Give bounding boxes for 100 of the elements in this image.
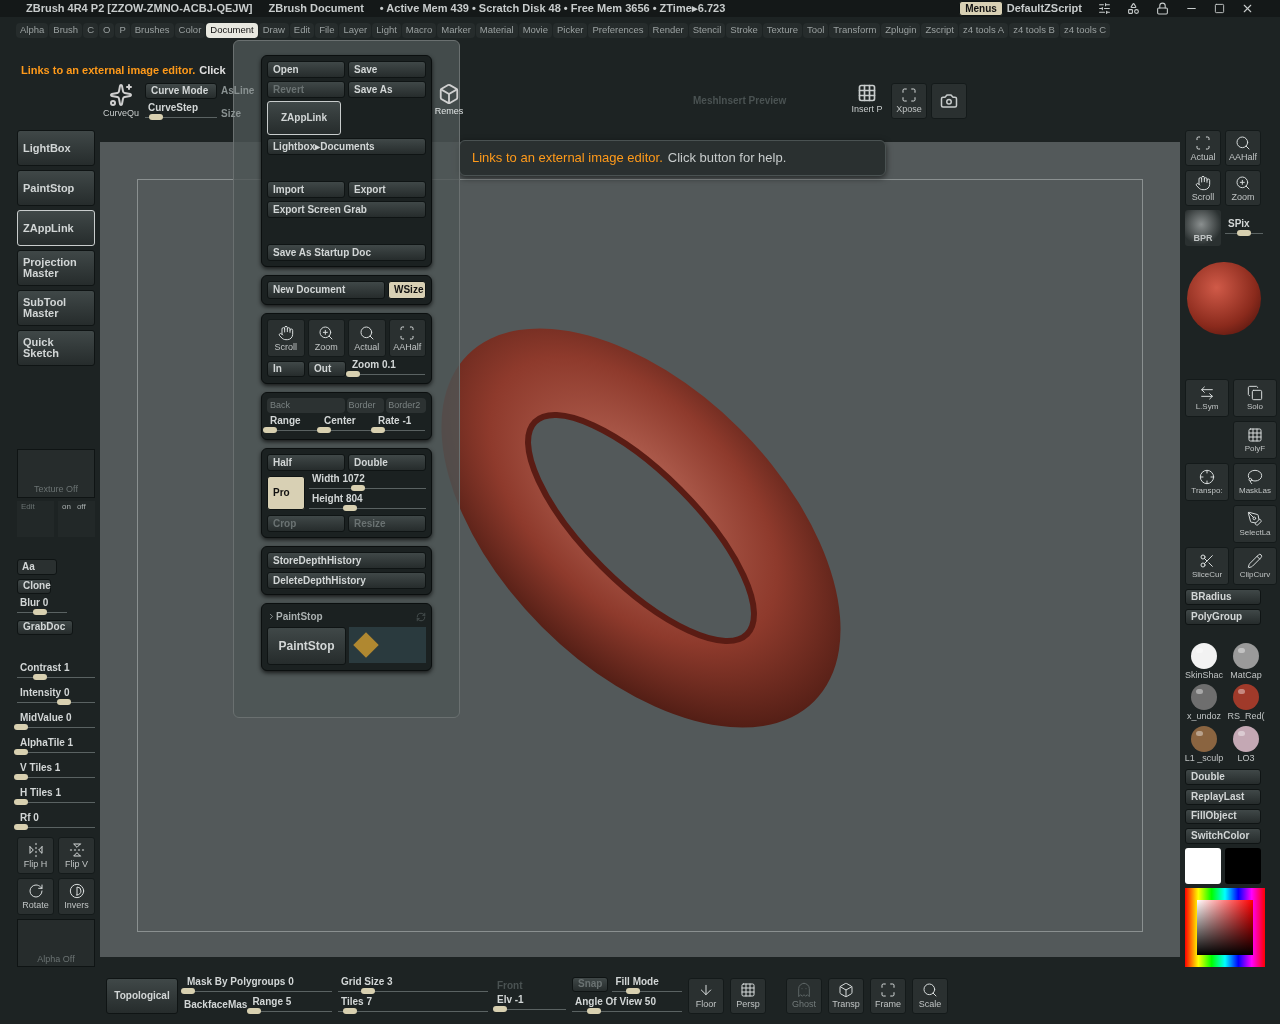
fill-mode-slider[interactable]: Fill Mode [612,976,682,995]
menus-button[interactable]: Menus [959,1,1003,16]
menu-item[interactable]: O [99,23,115,38]
slider-thumb[interactable] [33,673,48,680]
clone-button[interactable]: Clone [17,578,51,594]
slider-thumb[interactable] [13,748,28,755]
view-tool-button[interactable]: Scroll [267,319,305,357]
menu-item[interactable]: Transform [829,23,881,38]
close-icon[interactable] [1241,2,1254,15]
material-button[interactable]: x_undoz [1185,684,1223,724]
half-button[interactable]: Half [267,454,345,471]
lock-icon[interactable] [1156,2,1169,15]
zoom-in-button[interactable]: In [267,361,305,377]
menu-item[interactable]: z4 tools C [1059,23,1111,38]
shelf-tool-button[interactable]: Persp [730,977,766,1014]
shelf-tool-button[interactable]: Transp [828,977,864,1014]
rate-slider[interactable]: Rate -1 [375,416,425,434]
material-button[interactable]: MatCap [1227,642,1265,682]
slider-thumb[interactable] [32,608,47,615]
tool-button[interactable]: SelectLa [1233,504,1277,543]
slider-thumb[interactable] [626,987,641,994]
backface-mask-button[interactable]: BackfaceMas [184,996,248,1015]
pro-button[interactable]: Pro [267,476,305,510]
slider-thumb[interactable] [316,427,331,433]
menu-item[interactable]: Brushes [130,23,174,38]
menu-item[interactable]: File [315,23,339,38]
view-tool-button[interactable]: AAHalf [1225,130,1261,166]
tray-button[interactable]: PolyGroup [1185,608,1261,625]
wsize-button[interactable]: WSize [388,281,426,299]
view-tool-button[interactable]: Zoom [307,319,345,357]
curve-mode-button[interactable]: Curve Mode [145,82,217,99]
slider-thumb[interactable] [13,823,28,830]
tiles-slider[interactable]: Tiles 7 [338,996,488,1015]
tray-button[interactable]: FillObject [1185,808,1261,825]
store-depth-history-button[interactable]: StoreDepthHistory [267,552,426,569]
sliders-icon[interactable] [1098,2,1111,15]
save-as-startup-doc-button[interactable]: Save As Startup Doc [267,244,426,261]
slider-thumb[interactable] [345,371,360,377]
menu-item[interactable]: Zscript [921,23,958,38]
alpha-tool-button[interactable]: Flip V [58,836,95,874]
delete-depth-history-button[interactable]: DeleteDepthHistory [267,572,426,589]
grid-icon[interactable] [857,82,877,103]
alpha-tool-button[interactable]: Rotate [17,877,54,915]
blur-slider[interactable]: Blur 0 [17,597,67,616]
slider-thumb[interactable] [56,698,71,705]
left-tray-button[interactable]: PaintStop [17,170,95,206]
curve-brush-icon[interactable] [109,82,133,107]
slider-thumb[interactable] [370,427,385,433]
open-button[interactable]: Open [267,61,345,78]
slider-thumb[interactable] [351,485,366,491]
tray-button[interactable]: BRadius [1185,588,1261,605]
new-document-button[interactable]: New Document [267,281,385,299]
menu-item[interactable]: Preferences [588,23,648,38]
paintstop-subpalette-header[interactable]: PaintStop [267,609,323,624]
camera-button[interactable] [931,82,967,119]
range-slider[interactable]: Range 5 [249,996,332,1015]
shelf-tool-button[interactable]: Floor [688,977,724,1014]
slider-thumb[interactable] [148,113,163,120]
menu-item[interactable]: Zplugin [881,23,921,38]
cube-icon[interactable] [438,82,460,105]
slider-thumb[interactable] [246,1007,261,1014]
alpha-slider[interactable]: Rf 0 [17,812,95,831]
shelf-tool-button[interactable]: Frame [870,977,906,1014]
grabdoc-button[interactable]: GrabDoc [17,619,73,635]
tool-button[interactable]: PolyF [1233,420,1277,459]
menu-item[interactable]: Brush [49,23,83,38]
height-slider[interactable]: Height 804 [309,494,426,512]
slider-thumb[interactable] [13,798,28,805]
material-button[interactable]: RS_Red( [1227,684,1265,724]
tool-button[interactable]: L.Sym [1185,378,1229,417]
slider-thumb[interactable] [1237,230,1251,236]
menu-item[interactable]: C [83,23,98,38]
alpha-slider[interactable]: V Tiles 1 [17,762,95,781]
shelf-tool-button[interactable]: Scale [912,977,948,1014]
grid-size-slider[interactable]: Grid Size 3 [338,976,488,995]
zoom-out-button[interactable]: Out [308,361,346,377]
alpha-slider[interactable]: Intensity 0 [17,687,95,706]
left-tray-button[interactable]: Quick Sketch [17,330,95,366]
tool-button[interactable]: Transpo: [1185,462,1229,501]
left-tray-button[interactable]: LightBox [17,130,95,166]
menu-item[interactable]: Edit [289,23,315,38]
menu-item[interactable]: z4 tools B [1009,23,1059,38]
menu-item[interactable]: P [115,23,130,38]
curve-step-slider[interactable]: CurveStep [145,102,217,121]
range-slider[interactable]: Range [267,416,317,434]
secondary-color-swatch[interactable] [1225,848,1261,885]
menu-item[interactable]: Texture [762,23,802,38]
left-tray-button[interactable]: ZAppLink [17,210,95,246]
double-button[interactable]: Double [348,454,426,471]
view-tool-button[interactable]: Actual [348,319,386,357]
restore-icon[interactable] [1214,3,1225,14]
menu-item[interactable]: Layer [339,23,372,38]
tray-button[interactable]: SwitchColor [1185,828,1261,845]
menu-item[interactable]: Material [475,23,518,38]
menu-item[interactable]: Document [206,23,258,38]
view-tool-button[interactable]: Zoom [1225,170,1261,206]
font-field[interactable]: Aa [17,558,57,575]
menu-item[interactable]: Stroke [726,23,762,38]
slider-thumb[interactable] [181,987,196,994]
material-button[interactable]: SkinShac [1185,642,1223,682]
